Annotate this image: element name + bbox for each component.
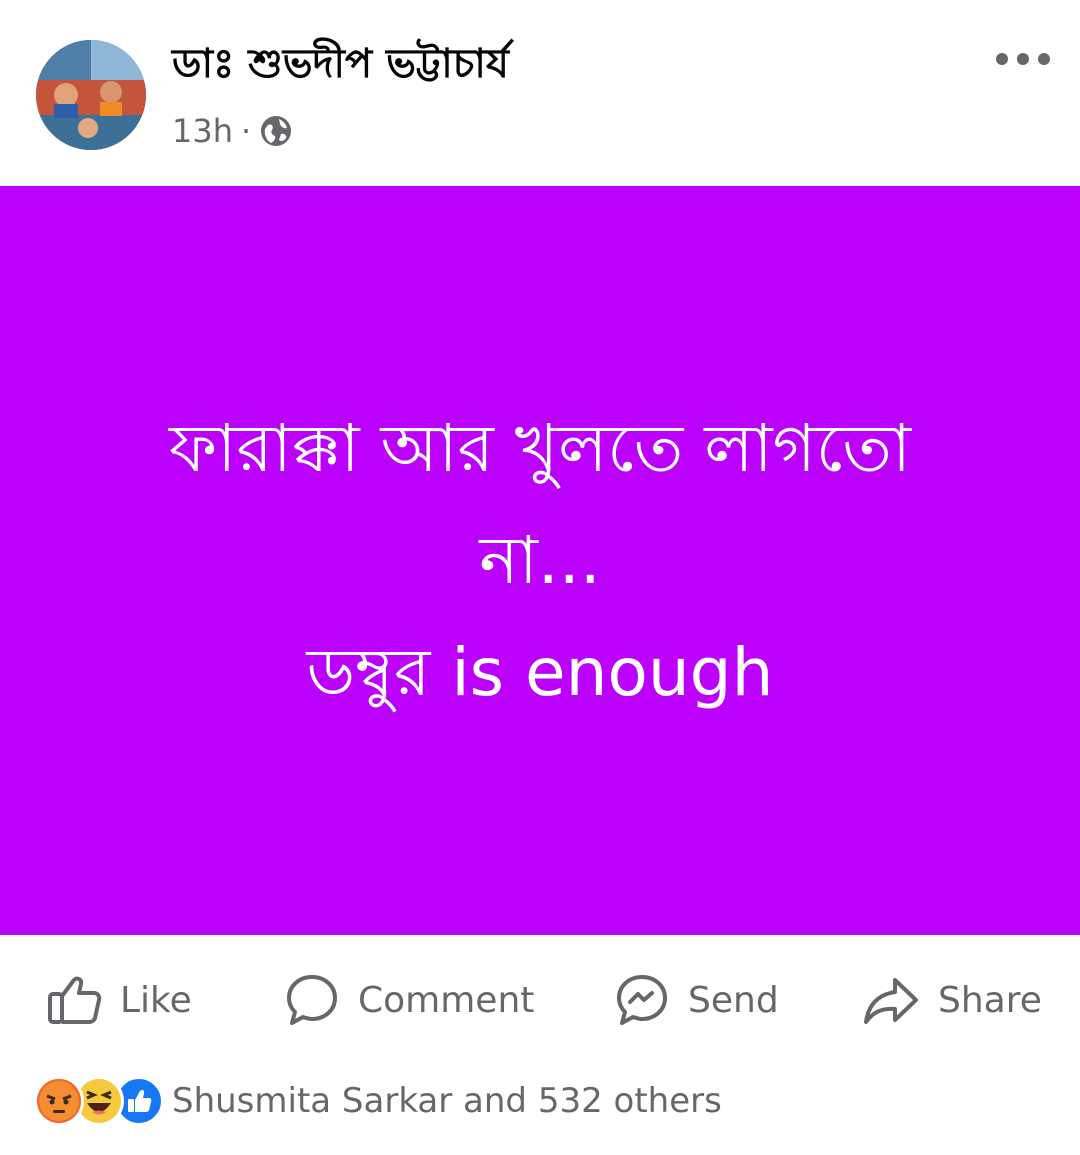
comment-bubble-icon xyxy=(287,975,337,1025)
post-text: ফারাক্কা আর খুলতে লাগতো না... ডম্বুর is … xyxy=(90,393,990,729)
post-meta: 13h · xyxy=(172,108,293,154)
send-label: Send xyxy=(688,979,779,1021)
facebook-post: ডাঃ শুভদীপ ভট্টাচার্য 13h · ফারাক্কা আর … xyxy=(0,0,1080,1155)
like-button[interactable]: Like xyxy=(46,955,192,1045)
globe-icon xyxy=(259,114,293,148)
thumbs-up-icon xyxy=(48,976,102,1024)
post-text-line: ডম্বুর is enough xyxy=(306,633,774,711)
more-dot xyxy=(1017,53,1029,65)
like-label: Like xyxy=(120,979,192,1021)
more-options-icon[interactable] xyxy=(996,44,1050,74)
author-name[interactable]: ডাঃ শুভদীপ ভট্টাচার্য xyxy=(172,38,509,90)
reactions-summary[interactable]: Shusmita Sarkar and 532 others xyxy=(34,1072,722,1130)
comment-label: Comment xyxy=(358,979,535,1021)
post-text-line: ফারাক্কা আর খুলতে লাগতো xyxy=(168,409,912,487)
author-avatar[interactable] xyxy=(36,40,146,150)
post-timestamp[interactable]: 13h xyxy=(172,112,233,150)
share-button[interactable]: Share xyxy=(862,955,1042,1045)
messenger-icon xyxy=(617,975,667,1025)
meta-separator: · xyxy=(241,112,252,150)
share-label: Share xyxy=(938,979,1042,1021)
post-header: ডাঃ শুভদীপ ভট্টাচার্য 13h · xyxy=(0,0,1080,186)
share-arrow-icon xyxy=(864,978,918,1024)
more-dot xyxy=(1038,53,1050,65)
angry-reaction-icon xyxy=(34,1076,84,1126)
post-text-canvas[interactable]: ফারাক্কা আর খুলতে লাগতো না... ডম্বুর is … xyxy=(0,186,1080,935)
post-actions-bar: Like Comment Send Share xyxy=(0,955,1080,1045)
reactions-count-text[interactable]: Shusmita Sarkar and 532 others xyxy=(172,1081,722,1121)
more-dot xyxy=(996,53,1008,65)
send-button[interactable]: Send xyxy=(614,955,779,1045)
post-text-line: না... xyxy=(479,521,601,599)
comment-button[interactable]: Comment xyxy=(284,955,534,1045)
